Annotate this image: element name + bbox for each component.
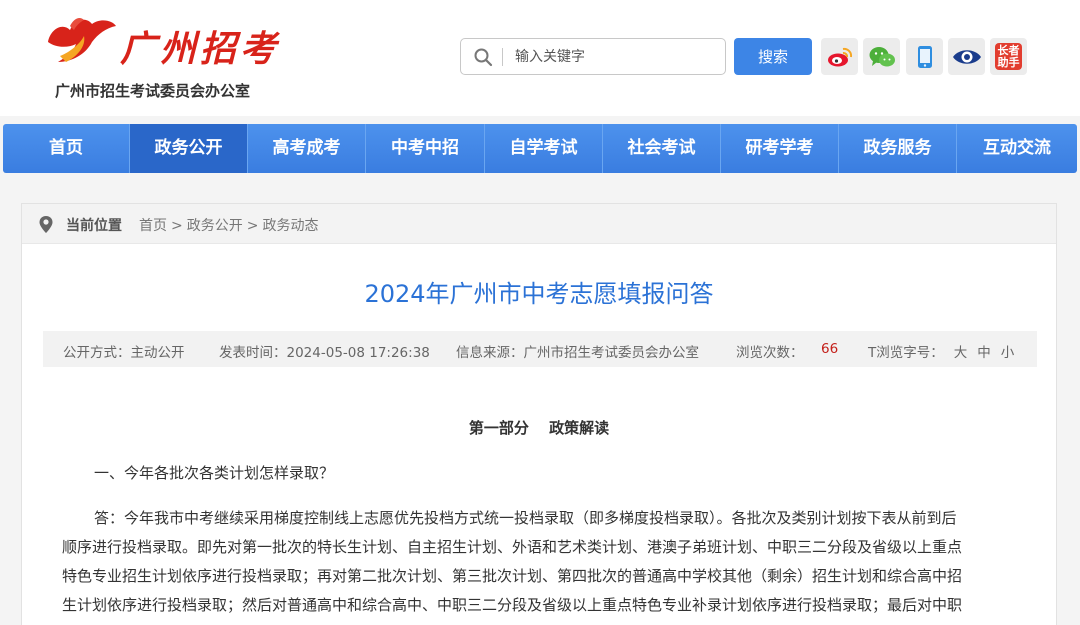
search-input[interactable] — [515, 44, 715, 70]
meta-disclosure: 公开方式：主动公开 — [63, 345, 185, 361]
answer-line: 生计划依序进行投档录取；然后对普通高中和综合高中、中职三二分段及省级以上重点特色… — [62, 596, 963, 614]
font-size-small[interactable]: 小 — [1001, 345, 1015, 361]
breadcrumb: 当前位置 首页 > 政务公开 > 政务动态 — [22, 204, 1056, 244]
meta-source: 信息来源：广州市招生考试委员会办公室 — [456, 345, 699, 361]
search-divider — [502, 48, 503, 66]
meta-views-label: 浏览次数： — [736, 345, 804, 361]
breadcrumb-gov-affairs[interactable]: 政务公开 — [187, 218, 243, 234]
font-size-label: T浏览字号： — [868, 345, 944, 361]
answer-line: 顺序进行投档录取。即先对第一批次的特长生计划、自主招生计划、外语和艺术类计划、港… — [62, 538, 963, 556]
location-pin-icon — [39, 216, 53, 233]
logo-flower-icon — [48, 18, 116, 63]
wechat-link[interactable] — [863, 38, 900, 75]
nav-item-gov-affairs[interactable]: 政务公开 — [130, 124, 248, 173]
eye-icon — [952, 49, 981, 64]
breadcrumb-gov-news[interactable]: 政务动态 — [262, 218, 318, 234]
question-heading: 一、今年各批次各类计划怎样录取？ — [94, 464, 335, 482]
nav-item-social-exam[interactable]: 社会考试 — [603, 124, 721, 173]
breadcrumb-separator: > — [171, 218, 183, 234]
article-panel: 当前位置 首页 > 政务公开 > 政务动态 2024年广州市中考志愿填报问答 公开方式：… — [21, 203, 1057, 625]
logo-subtitle: 广州市招生考试委员会办公室 — [55, 82, 251, 100]
answer-line: 答：今年我市中考继续采用梯度控制线上志愿优先投档方式统一投档录取（即多梯度投档录… — [94, 509, 957, 527]
font-size-medium[interactable]: 中 — [977, 345, 991, 361]
accessibility-link[interactable] — [948, 38, 985, 75]
nav-item-home[interactable]: 首页 — [3, 124, 130, 173]
wechat-icon — [869, 46, 895, 66]
nav-item-zhongkao[interactable]: 中考中招 — [366, 124, 485, 173]
weibo-link[interactable] — [821, 38, 858, 75]
meta-views-count: 66 — [821, 341, 839, 357]
article-title: 2024年广州市中考志愿填报问答 — [364, 280, 714, 308]
nav-item-gov-service[interactable]: 政务服务 — [839, 124, 957, 173]
weibo-icon — [827, 47, 852, 66]
site-logo[interactable]: 广州招考 广州市招生考试委员会办公室 — [40, 10, 280, 100]
main-nav: 首页 政务公开 高考成考 中考中招 自学考试 社会考试 研考学考 政务服务 互动… — [3, 124, 1077, 173]
nav-item-interaction[interactable]: 互动交流 — [957, 124, 1077, 173]
nav-item-self-study[interactable]: 自学考试 — [485, 124, 603, 173]
answer-body: 答：今年我市中考继续采用梯度控制线上志愿优先投档方式统一投档录取（即多梯度投档录… — [62, 504, 1020, 620]
search-icon[interactable] — [473, 47, 493, 67]
meta-published: 发表时间：2024-05-08 17:26:38 — [219, 345, 430, 361]
breadcrumb-home[interactable]: 首页 — [139, 218, 167, 234]
mobile-icon — [917, 45, 932, 68]
breadcrumb-label: 当前位置 — [66, 218, 122, 234]
logo-title: 广州招考 — [120, 28, 281, 70]
nav-item-college-exam[interactable]: 高考成考 — [248, 124, 366, 173]
font-size-controls: T浏览字号： 大中小 — [868, 341, 1014, 361]
section-heading: 第一部分 政策解读 — [468, 419, 610, 437]
elder-assistant-icon: 长者 助手 — [995, 43, 1022, 70]
breadcrumb-separator: > — [246, 218, 259, 234]
elder-label-2: 助手 — [997, 56, 1020, 69]
elder-assistant-link[interactable]: 长者 助手 — [990, 38, 1027, 75]
site-header: 广州招考 广州市招生考试委员会办公室 搜索 — [0, 0, 1080, 116]
nav-item-graduate-exam[interactable]: 研考学考 — [721, 124, 839, 173]
search-box — [460, 38, 726, 75]
article-meta: 公开方式：主动公开 发表时间：2024-05-08 17:26:38 信息来源：… — [43, 331, 1037, 367]
mobile-link[interactable] — [906, 38, 943, 75]
breadcrumb-trail: 首页 > 政务公开 > 政务动态 — [139, 215, 318, 235]
answer-line: 特色专业招生计划依序进行投档录取；再对第二批次计划、第三批次计划、第四批次的普通… — [62, 567, 963, 585]
search-button[interactable]: 搜索 — [734, 38, 812, 75]
font-size-large[interactable]: 大 — [954, 345, 968, 361]
